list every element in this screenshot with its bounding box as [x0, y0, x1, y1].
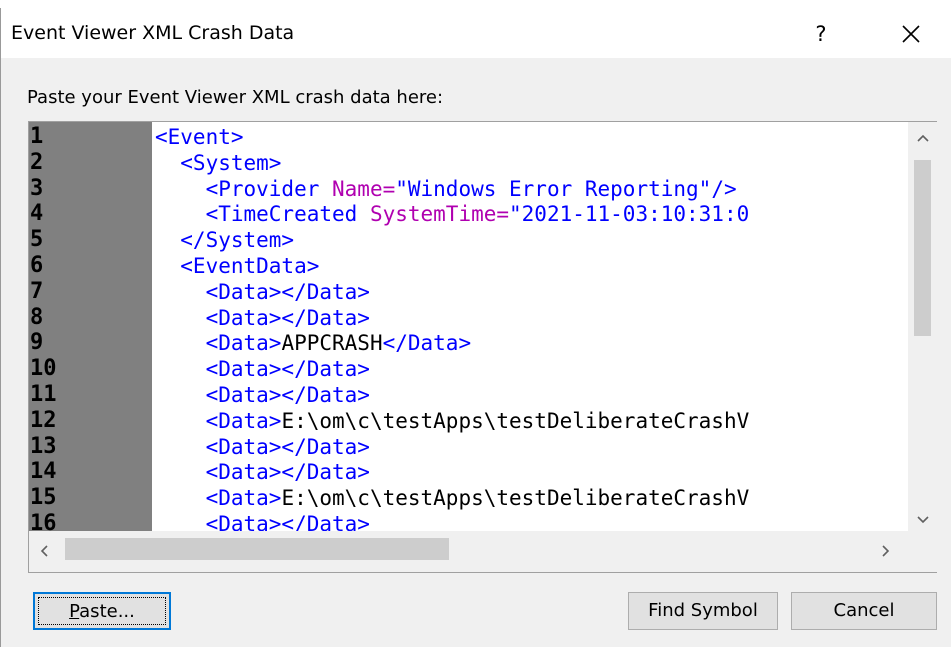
- code-token: <Data>: [155, 486, 282, 511]
- instruction-label: Paste your Event Viewer XML crash data h…: [27, 87, 444, 108]
- code-line: <EventData>: [155, 253, 319, 279]
- vertical-scroll-thumb[interactable]: [914, 160, 931, 336]
- horizontal-scrollbar[interactable]: [29, 531, 908, 572]
- scroll-right-icon[interactable]: [881, 543, 891, 562]
- code-line: <Data></Data>: [155, 382, 370, 408]
- code-token: <EventData>: [155, 254, 320, 278]
- code-token: "2021-11-03:10:31:0: [509, 202, 750, 227]
- line-number: 9: [30, 330, 44, 356]
- code-token: <Data></Data>: [155, 434, 370, 459]
- code-token: />: [711, 176, 737, 201]
- code-line: <Data></Data>: [155, 459, 370, 485]
- code-token: <Data>: [155, 331, 282, 356]
- close-icon: [902, 25, 920, 43]
- code-line: <Data>APPCRASH</Data>: [155, 330, 472, 356]
- scroll-down-icon[interactable]: [916, 510, 930, 529]
- code-token: </System>: [155, 228, 295, 253]
- line-number: 2: [30, 149, 44, 175]
- vertical-scrollbar[interactable]: [908, 122, 937, 531]
- code-line: <Data></Data>: [155, 305, 370, 331]
- code-line: <Data></Data>: [155, 279, 370, 305]
- code-token: </Data>: [382, 331, 472, 356]
- code-token: <Event>: [155, 125, 244, 149]
- code-line: <Data></Data>: [155, 434, 370, 460]
- line-number: 6: [30, 253, 44, 278]
- cancel-button[interactable]: Cancel: [791, 592, 937, 630]
- close-button[interactable]: [881, 14, 941, 54]
- code-token: E:\om\c\testApps\testDeliberateCrashV: [281, 486, 750, 511]
- code-line: <TimeCreated SystemTime="2021-11-03:10:3…: [155, 201, 750, 227]
- line-number: 8: [30, 304, 44, 330]
- line-number: 11: [30, 382, 57, 407]
- line-number-gutter: 1 2 3 4 5 6 7 8 9 10 11 12 13 14 15 16: [29, 122, 152, 531]
- code-token: <Data></Data>: [155, 460, 370, 485]
- code-line: <System>: [155, 150, 281, 176]
- line-number: 3: [30, 175, 44, 201]
- code-area[interactable]: <Event> <System> <Provider Name="Windows…: [152, 122, 908, 531]
- code-line: <Data>E:\om\c\testApps\testDeliberateCra…: [155, 408, 750, 434]
- code-token: SystemTime=: [369, 202, 510, 227]
- code-line: <Data></Data>: [155, 511, 370, 531]
- code-token: <Data></Data>: [155, 305, 370, 330]
- code-token: <System>: [155, 150, 282, 175]
- xml-text-editor[interactable]: 1 2 3 4 5 6 7 8 9 10 11 12 13 14 15 16 <Event> <System>…: [28, 121, 937, 573]
- find-symbol-button[interactable]: Find Symbol: [628, 592, 778, 630]
- code-token: <Data>: [155, 408, 282, 433]
- code-token: <Data></Data>: [155, 357, 370, 382]
- crash-data-dialog: Event Viewer XML Crash Data ? Paste your…: [0, 8, 951, 647]
- code-token: APPCRASH: [281, 331, 383, 356]
- code-token: <Data></Data>: [155, 279, 370, 304]
- line-number: 13: [30, 433, 57, 459]
- line-number: 5: [30, 227, 44, 253]
- title-bar: Event Viewer XML Crash Data ?: [1, 8, 951, 58]
- line-number: 15: [30, 485, 57, 511]
- dialog-title: Event Viewer XML Crash Data: [11, 22, 295, 44]
- horizontal-scroll-thumb[interactable]: [65, 538, 449, 560]
- code-line: <Event>: [155, 124, 244, 150]
- scroll-up-icon[interactable]: [916, 128, 930, 147]
- code-token: <Data></Data>: [155, 512, 370, 531]
- code-token: <Data></Data>: [155, 383, 370, 407]
- code-token: "Windows Error Reporting": [395, 176, 712, 201]
- line-number: 1: [30, 124, 44, 149]
- scroll-left-icon[interactable]: [39, 543, 49, 562]
- paste-button[interactable]: Paste...: [33, 592, 171, 630]
- line-number: 4: [30, 201, 44, 227]
- line-number: 12: [30, 407, 57, 433]
- help-button[interactable]: ?: [791, 14, 851, 54]
- code-line: <Data></Data>: [155, 356, 370, 382]
- code-line: <Provider Name="Windows Error Reporting"…: [155, 176, 737, 202]
- code-line: </System>: [155, 227, 294, 253]
- paste-button-label: Paste...: [69, 601, 135, 622]
- line-number: 14: [30, 459, 57, 485]
- code-line: <Data>E:\om\c\testApps\testDeliberateCra…: [155, 485, 750, 511]
- code-token: E:\om\c\testApps\testDeliberateCrashV: [281, 408, 750, 433]
- code-token: <TimeCreated: [155, 202, 370, 227]
- scrollbar-corner: [908, 531, 937, 572]
- line-number: 10: [30, 356, 57, 382]
- code-token: Name=: [332, 176, 396, 201]
- line-number: 16: [30, 511, 57, 531]
- line-number: 7: [30, 278, 44, 304]
- code-token: <Provider: [155, 176, 333, 201]
